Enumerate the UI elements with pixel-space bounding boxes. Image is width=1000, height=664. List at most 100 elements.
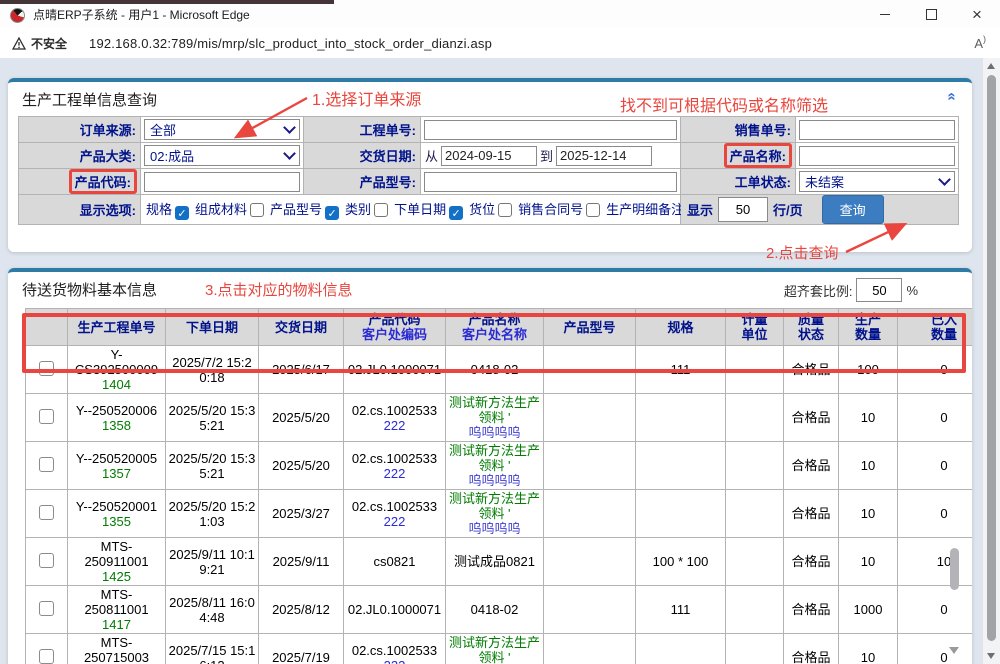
order-number: Y--250520005	[70, 451, 163, 466]
table-cell: 合格品	[784, 490, 839, 538]
delivery-date-to-input[interactable]	[556, 146, 652, 166]
column-header: 产品型号	[544, 309, 636, 346]
ratio-input[interactable]	[856, 278, 902, 302]
display-option-checkbox[interactable]	[374, 203, 388, 217]
inner-scrollbar-down-arrow[interactable]	[949, 647, 959, 654]
display-option-checkbox[interactable]	[498, 203, 512, 217]
order-number: Y-CS392500009	[70, 347, 163, 377]
product-spec: 111	[638, 602, 723, 617]
table-cell: 10	[839, 538, 898, 586]
quality-status: 合格品	[786, 410, 836, 425]
query-panel-title: 生产工程单信息查询	[22, 89, 157, 110]
product-category-select[interactable]: 02:成品	[144, 145, 300, 166]
scroll-up-arrow[interactable]	[987, 63, 995, 69]
table-cell: 2025/5/20	[259, 394, 344, 442]
column-header-line: 下单日期	[168, 320, 256, 335]
product-name-input[interactable]	[799, 146, 955, 166]
table-cell: Y--2505200011355	[68, 490, 166, 538]
close-button[interactable]: ×	[954, 0, 1000, 28]
table-cell: 10	[898, 538, 973, 586]
minimize-button[interactable]	[862, 0, 908, 28]
materials-table: 生产工程单号下单日期交货日期产品代码客户处编码产品名称客户处名称产品型号规格计量…	[25, 308, 972, 664]
close-icon: ×	[972, 6, 982, 23]
display-option-label: 类别	[345, 202, 371, 217]
delivery-date-from-input[interactable]	[441, 146, 537, 166]
search-button[interactable]: 查询	[822, 195, 884, 224]
inner-scrollbar-thumb[interactable]	[950, 548, 959, 590]
sales-order-input[interactable]	[799, 120, 955, 140]
order-source-select[interactable]: 全部	[144, 119, 300, 140]
display-option-checkbox[interactable]: ✓	[325, 206, 339, 220]
product-code: 02.cs.1002533	[346, 643, 443, 658]
page-scrollbar[interactable]	[982, 58, 1000, 664]
row-checkbox[interactable]	[39, 457, 54, 472]
order-sequence: 1404	[70, 377, 163, 392]
table-row[interactable]: MTS-25071500314132025/7/15 15:16:122025/…	[26, 634, 973, 664]
table-row[interactable]: Y--25052000613582025/5/20 15:35:212025/5…	[26, 394, 973, 442]
read-aloud-icon[interactable]: A)	[974, 36, 986, 51]
row-checkbox[interactable]	[39, 649, 54, 664]
product-code-input[interactable]	[144, 172, 300, 192]
display-option-label: 生产明细备注	[606, 202, 684, 217]
collapse-panel-icon[interactable]: «	[943, 92, 960, 100]
url-text[interactable]: 192.168.0.32:789/mis/mrp/slc_product_int…	[89, 36, 492, 51]
display-option-label: 货位	[469, 202, 495, 217]
column-header-line: 已入	[900, 312, 972, 327]
row-checkbox[interactable]	[39, 601, 54, 616]
quality-status: 合格品	[786, 602, 836, 617]
table-cell: 0	[898, 490, 973, 538]
table-cell: 2025/8/11 16:04:48	[166, 586, 259, 634]
display-option-checkbox[interactable]	[586, 203, 600, 217]
row-checkbox[interactable]	[39, 361, 54, 376]
table-cell: 2025/6/17	[259, 346, 344, 394]
product-model-input[interactable]	[424, 172, 677, 192]
row-checkbox[interactable]	[39, 409, 54, 424]
table-body: Y-CS39250000914042025/7/2 15:20:182025/6…	[26, 346, 973, 664]
column-header-line: 客户处名称	[448, 327, 541, 342]
table-cell: 2025/3/27	[259, 490, 344, 538]
page-content: 生产工程单信息查询 « 订单来源: 全部 工程单号: 销售单号: 产品大类: 0…	[0, 58, 1000, 664]
product-spec: 111	[638, 362, 723, 377]
order-number: Y--250520006	[70, 403, 163, 418]
column-header: 下单日期	[166, 309, 259, 346]
maximize-icon	[926, 9, 937, 20]
table-row[interactable]: MTS-25091100114252025/9/11 10:19:212025/…	[26, 538, 973, 586]
sales-order-label: 销售单号:	[681, 117, 796, 143]
order-status-select[interactable]: 未结案	[799, 171, 955, 192]
product-category-label: 产品大类:	[19, 143, 141, 169]
customer-code: 222	[346, 514, 443, 529]
production-quantity: 100	[841, 362, 895, 377]
column-header-line: 产品代码	[346, 312, 443, 327]
work-order-label: 工程单号:	[304, 117, 421, 143]
order-number: MTS-250911001	[70, 539, 163, 569]
table-cell: 合格品	[784, 634, 839, 664]
table-row[interactable]: Y--25052000513572025/5/20 15:35:212025/5…	[26, 442, 973, 490]
table-cell: 0418-02	[446, 346, 544, 394]
rows-per-page-input[interactable]	[718, 197, 768, 222]
display-option-label: 组成材料	[195, 202, 247, 217]
row-checkbox[interactable]	[39, 505, 54, 520]
table-cell: MTS-2509110011425	[68, 538, 166, 586]
warning-icon	[12, 37, 26, 50]
table-cell	[636, 442, 726, 490]
table-cell: 测试新方法生产领料 '呜呜呜呜	[446, 442, 544, 490]
display-option-checkbox[interactable]: ✓	[449, 206, 463, 220]
table-row[interactable]: Y-CS39250000914042025/7/2 15:20:182025/6…	[26, 346, 973, 394]
maximize-button[interactable]	[908, 0, 954, 28]
display-option-label: 产品型号	[270, 202, 322, 217]
display-option-checkbox[interactable]	[250, 203, 264, 217]
table-row[interactable]: Y--25052000113552025/5/20 15:21:032025/3…	[26, 490, 973, 538]
row-checkbox[interactable]	[39, 553, 54, 568]
security-status[interactable]: 不安全	[12, 35, 67, 52]
column-header-line: 质量	[786, 312, 836, 327]
order-sequence: 1355	[70, 514, 163, 529]
work-order-input[interactable]	[424, 120, 677, 140]
scroll-down-arrow[interactable]	[987, 653, 995, 659]
scrollbar-thumb[interactable]	[987, 75, 996, 641]
table-cell	[636, 490, 726, 538]
display-option-checkbox[interactable]: ✓	[175, 206, 189, 220]
customer-code: 222	[346, 418, 443, 433]
annotation-filter-hint: 找不到可根据代码或名称筛选	[620, 92, 828, 116]
table-cell: 10	[839, 634, 898, 664]
table-row[interactable]: MTS-25081100114172025/8/11 16:04:482025/…	[26, 586, 973, 634]
